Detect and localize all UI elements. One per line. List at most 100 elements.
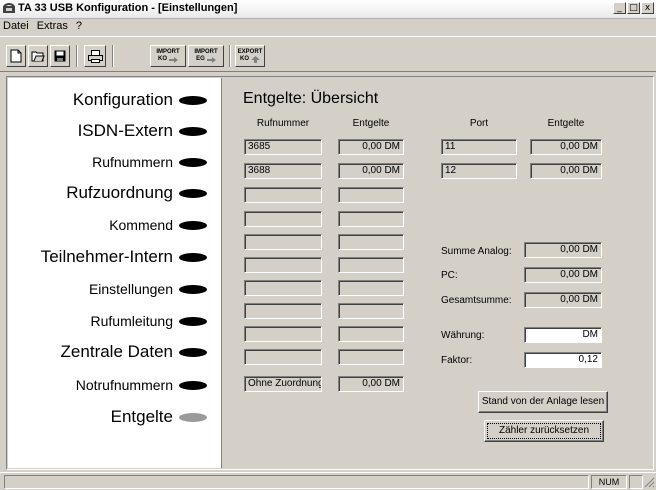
column-header-port: Port [469, 118, 489, 129]
entgelt-field [338, 257, 404, 273]
window-title: TA 33 USB Konfiguration - [Einstellungen… [18, 2, 238, 14]
waehrung-label: Währung: [441, 330, 485, 341]
port-field: 11 [441, 139, 517, 155]
save-button[interactable] [50, 45, 70, 67]
import-eg-label-bottom: EG [196, 56, 205, 62]
waehrung-input[interactable]: DM [524, 327, 602, 343]
nav-item-teilnehmer-intern[interactable]: Teilnehmer-Intern [41, 247, 207, 267]
nav-item-rufumleitung[interactable]: Rufumleitung [91, 313, 207, 329]
toolbar-separator [112, 45, 114, 67]
nav-bullet-icon [179, 252, 207, 262]
rufnummer-field [244, 280, 322, 296]
rufnummer-field [244, 234, 322, 250]
entgelt-field [338, 187, 404, 203]
print-button[interactable] [84, 45, 106, 67]
summe-analog-field: 0,00 DM [524, 242, 602, 258]
maximize-button[interactable]: □ [627, 2, 640, 14]
nav-item-zentrale-daten[interactable]: Zentrale Daten [61, 342, 207, 362]
nav-label: Kommend [109, 217, 173, 233]
open-folder-icon [31, 51, 45, 62]
resize-grip-icon[interactable] [644, 477, 655, 488]
nav-bullet-icon [179, 95, 207, 105]
rufnummer-field: 3688 [244, 163, 322, 179]
new-button[interactable] [6, 45, 26, 67]
nav-label: Notrufnummern [75, 377, 173, 393]
gesamtsumme-label: Gesamtsumme: [441, 295, 512, 306]
export-ko-label-top: EXPORT [237, 49, 263, 55]
title-bar: TA 33 USB Konfiguration - [Einstellungen… [0, 0, 656, 19]
pc-label: PC: [441, 270, 458, 281]
nav-item-entgelte[interactable]: Entgelte [111, 407, 207, 427]
nav-item-rufzuordnung[interactable]: Rufzuordnung [66, 183, 207, 203]
port-entgelt-field: 0,00 DM [530, 139, 602, 155]
nav-item-konfiguration[interactable]: Konfiguration [73, 90, 207, 110]
arrow-right-icon [169, 56, 178, 63]
menu-extras[interactable]: Extras [37, 19, 68, 34]
gesamtsumme-field: 0,00 DM [524, 292, 602, 308]
import-ko-label-top: IMPORT [156, 49, 180, 55]
import-ko-label-bottom: KO [158, 56, 167, 62]
nav-label: Einstellungen [88, 281, 173, 297]
toolbar-separator [76, 45, 78, 67]
minimize-button[interactable]: _ [613, 2, 626, 14]
navigation-panel: Konfiguration ISDN-Extern Rufnummern Ruf… [8, 78, 221, 468]
nav-label: Konfiguration [72, 90, 173, 109]
menu-datei[interactable]: Datei [3, 19, 29, 34]
nav-bullet-icon [179, 347, 207, 357]
toolbar: IMPORT KO IMPORT EG EXPORT KO [0, 36, 656, 72]
status-message-panel [4, 475, 589, 489]
entgelt-field: 0,00 DM [338, 376, 404, 392]
reset-counter-button[interactable]: Zähler zurücksetzen [484, 420, 604, 442]
summe-analog-label: Summe Analog: [441, 246, 512, 257]
arrow-up-icon [251, 56, 260, 63]
nav-label: Entgelte [110, 407, 173, 426]
nav-bullet-icon [179, 188, 207, 198]
printer-icon [87, 49, 103, 63]
open-button[interactable] [28, 45, 48, 67]
nav-label: Rufnummern [92, 154, 173, 170]
new-document-icon [10, 49, 22, 63]
port-entgelt-field: 0,00 DM [530, 163, 602, 179]
nav-item-isdn-extern[interactable]: ISDN-Extern [78, 121, 207, 141]
import-eg-button[interactable]: IMPORT EG [188, 45, 224, 67]
port-field: 12 [441, 163, 517, 179]
close-button[interactable]: x [641, 2, 654, 14]
rufnummer-field: Ohne Zuordnung [244, 376, 322, 392]
nav-bullet-icon [179, 316, 207, 326]
toolbar-separator [229, 45, 231, 67]
rufnummer-field [244, 187, 322, 203]
nav-bullet-icon [179, 126, 207, 136]
entgelt-field [338, 303, 404, 319]
nav-item-einstellungen[interactable]: Einstellungen [89, 281, 207, 297]
import-ko-button[interactable]: IMPORT KO [150, 45, 186, 67]
nav-item-kommend[interactable]: Kommend [109, 217, 207, 233]
export-ko-button[interactable]: EXPORT KO [235, 45, 265, 67]
entgelt-field [338, 211, 404, 227]
app-icon [3, 3, 15, 13]
rufnummer-field [244, 211, 322, 227]
pc-field: 0,00 DM [524, 267, 602, 283]
import-eg-label-top: IMPORT [194, 49, 218, 55]
nav-item-notrufnummern[interactable]: Notrufnummern [76, 377, 207, 393]
page-title: Entgelte: Übersicht [243, 90, 379, 107]
column-header-rufnummer: Rufnummer [256, 118, 310, 129]
menu-bar: Datei Extras ? [0, 19, 656, 34]
read-from-device-button[interactable]: Stand von der Anlage lesen [478, 391, 608, 413]
application-window: TA 33 USB Konfiguration - [Einstellungen… [0, 0, 656, 489]
nav-item-rufnummern[interactable]: Rufnummern [92, 154, 207, 170]
save-disk-icon [54, 50, 66, 62]
entgelt-field [338, 349, 404, 365]
nav-label: Zentrale Daten [60, 342, 173, 361]
nav-bullet-icon [179, 284, 207, 294]
faktor-input[interactable]: 0,12 [524, 352, 602, 368]
entgelt-field: 0,00 DM [338, 163, 404, 179]
status-panel-empty [629, 475, 643, 489]
status-bar: NUM [0, 472, 656, 490]
nav-label: Teilnehmer-Intern [40, 247, 173, 266]
menu-help[interactable]: ? [76, 19, 82, 34]
num-lock-indicator: NUM [591, 475, 627, 489]
rufnummer-field: 3685 [244, 139, 322, 155]
faktor-label: Faktor: [441, 355, 473, 366]
nav-bullet-icon [179, 220, 207, 230]
entgelt-field [338, 280, 404, 296]
